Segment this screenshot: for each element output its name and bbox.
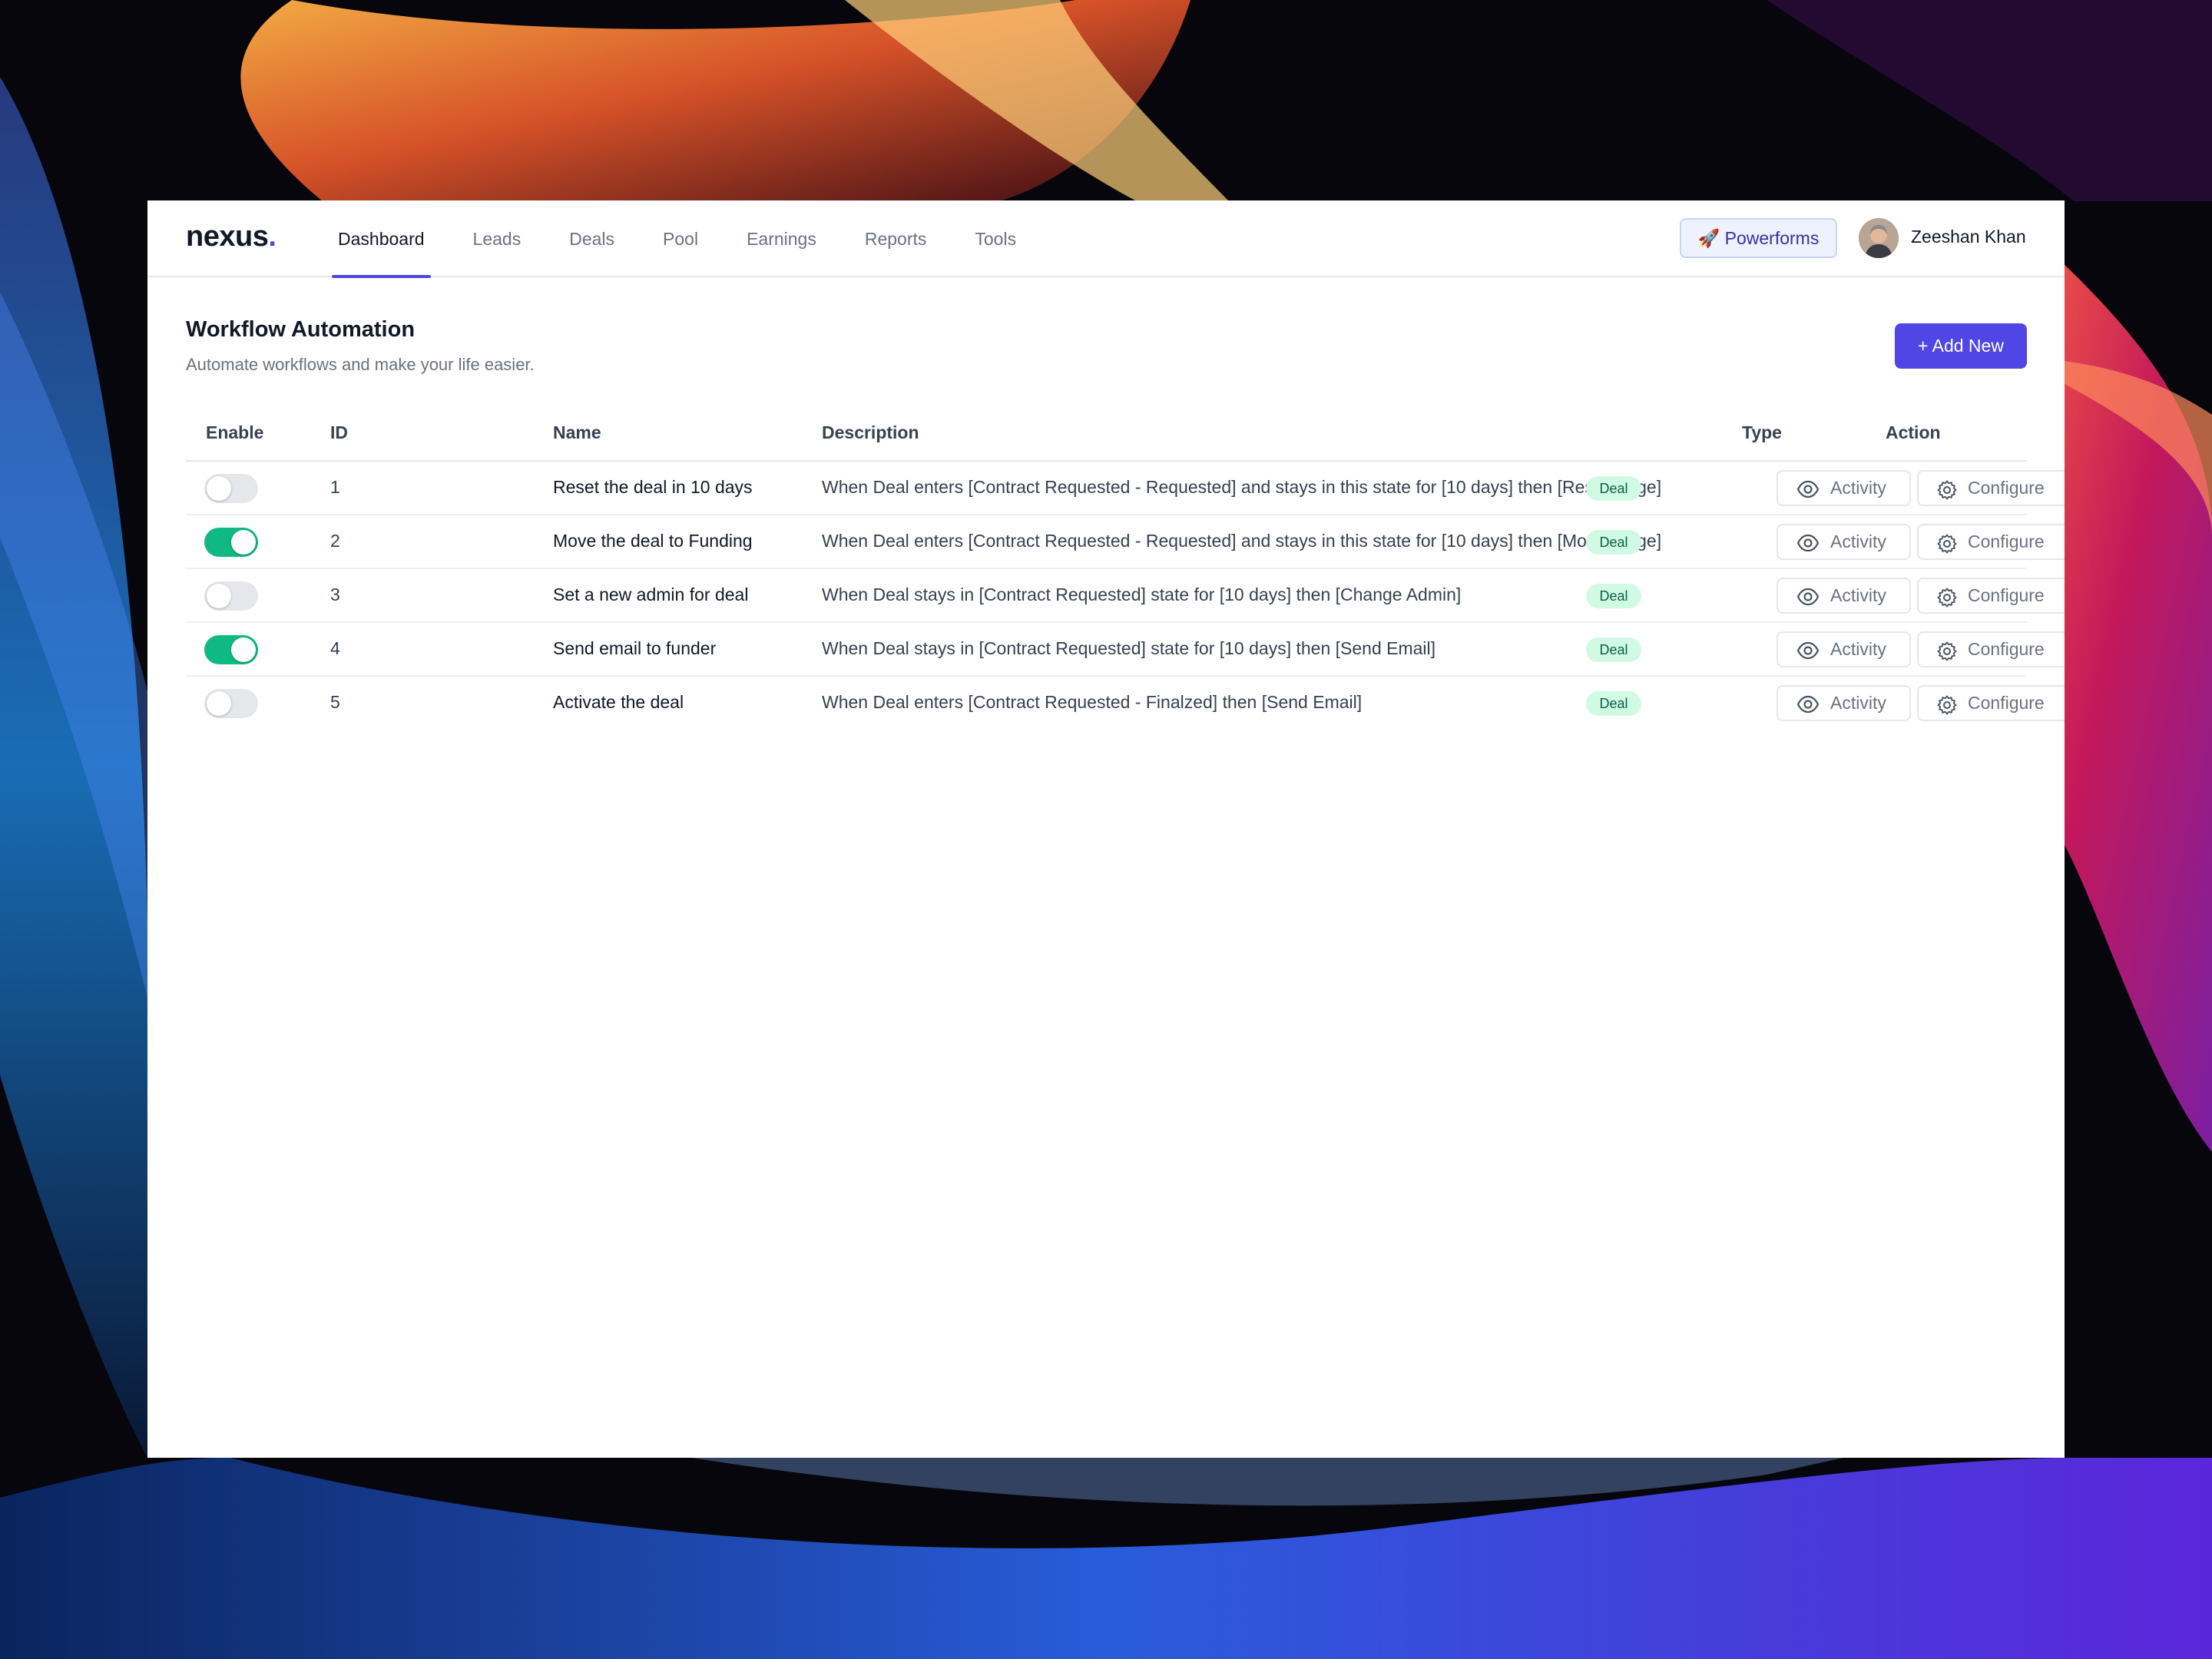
logo[interactable]: nexus. [186,220,276,253]
eye-icon [1796,588,1820,606]
gear-icon [1937,480,1957,500]
configure-label: Configure [1968,585,2045,605]
activity-label: Activity [1830,585,1886,605]
configure-button[interactable]: Configure [1917,470,2065,506]
row-description: When Deal stays in [Contract Requested] … [822,638,1436,658]
type-badge: Deal [1586,584,1641,608]
type-badge: Deal [1586,637,1641,662]
activity-label: Activity [1830,639,1886,659]
enable-toggle[interactable] [204,689,258,718]
configure-label: Configure [1968,531,2045,551]
table-row: 1 Reset the deal in 10 days When Deal en… [186,462,2065,515]
toggle-knob [207,584,231,608]
top-navbar: nexus. Dashboard Leads Deals Pool Earnin… [147,200,2065,278]
row-description: When Deal enters [Contract Requested - F… [822,692,1363,712]
row-id: 3 [330,584,340,604]
configure-label: Configure [1968,639,2045,659]
activity-button[interactable]: Activity [1777,631,1911,667]
column-action: Action [1886,422,1941,442]
activity-button[interactable]: Activity [1777,685,1911,721]
gear-icon [1937,641,1957,661]
nav-earnings[interactable]: Earnings [740,200,823,277]
type-badge: Deal [1586,530,1641,555]
row-name: Activate the deal [553,692,684,712]
row-name: Move the deal to Funding [553,531,753,551]
gear-icon [1937,534,1957,554]
configure-button[interactable]: Configure [1917,524,2065,560]
toggle-knob [207,691,231,716]
nav-tools[interactable]: Tools [969,200,1022,277]
gear-icon [1937,588,1957,608]
row-name: Set a new admin for deal [553,584,749,604]
column-type: Type [1742,422,1782,442]
row-id: 5 [330,692,340,712]
activity-button[interactable]: Activity [1777,578,1911,614]
workflow-table: Enable ID Name Description Type Action 1… [186,412,2065,729]
nav-leads[interactable]: Leads [467,200,528,277]
powerforms-button[interactable]: 🚀 Powerforms [1680,218,1837,258]
eye-icon [1796,534,1820,552]
column-enable: Enable [206,422,264,442]
activity-label: Activity [1830,693,1886,713]
row-description: When Deal stays in [Contract Requested] … [822,584,1462,604]
main-nav: Dashboard Leads Deals Pool Earnings Repo… [332,200,1058,278]
add-new-button[interactable]: + Add New [1895,323,2027,369]
configure-button[interactable]: Configure [1917,631,2065,667]
column-description: Description [822,422,919,442]
nav-pool[interactable]: Pool [657,200,704,277]
activity-button[interactable]: Activity [1777,470,1911,506]
column-name: Name [553,422,601,442]
avatar[interactable] [1859,218,1899,258]
toggle-knob [231,637,256,662]
row-id: 1 [330,477,340,497]
row-description: When Deal enters [Contract Requested - R… [822,531,1662,551]
type-badge: Deal [1586,691,1641,716]
activity-button[interactable]: Activity [1777,524,1911,560]
nav-dashboard[interactable]: Dashboard [332,200,431,278]
activity-label: Activity [1830,531,1886,551]
row-name: Reset the deal in 10 days [553,477,753,497]
type-badge: Deal [1586,476,1641,501]
enable-toggle[interactable] [204,528,258,557]
eye-icon [1796,641,1820,660]
eye-icon [1796,480,1820,498]
enable-toggle[interactable] [204,581,258,611]
eye-icon [1796,695,1820,714]
column-id: ID [330,422,348,442]
configure-button[interactable]: Configure [1917,578,2065,614]
table-header: Enable ID Name Description Type Action [186,412,2027,462]
table-row: 2 Move the deal to Funding When Deal ent… [186,515,2065,569]
table-row: 3 Set a new admin for deal When Deal sta… [186,569,2065,623]
configure-button[interactable]: Configure [1917,685,2065,721]
page-subtitle: Automate workflows and make your life ea… [186,355,535,374]
toggle-knob [231,530,256,555]
gear-icon [1937,695,1957,715]
page-title: Workflow Automation [186,317,416,342]
configure-label: Configure [1968,693,2045,713]
configure-label: Configure [1968,478,2045,498]
row-name: Send email to funder [553,638,717,658]
user-name[interactable]: Zeeshan Khan [1911,227,2026,247]
toggle-knob [207,476,231,501]
activity-label: Activity [1830,478,1886,498]
nav-reports[interactable]: Reports [859,200,933,277]
enable-toggle[interactable] [204,635,258,664]
row-description: When Deal enters [Contract Requested - R… [822,477,1662,497]
row-id: 2 [330,531,340,551]
app-window: nexus. Dashboard Leads Deals Pool Earnin… [147,200,2065,1458]
enable-toggle[interactable] [204,474,258,503]
table-row: 5 Activate the deal When Deal enters [Co… [186,677,2065,729]
table-row: 4 Send email to funder When Deal stays i… [186,623,2065,677]
nav-deals[interactable]: Deals [563,200,621,277]
row-id: 4 [330,638,340,658]
